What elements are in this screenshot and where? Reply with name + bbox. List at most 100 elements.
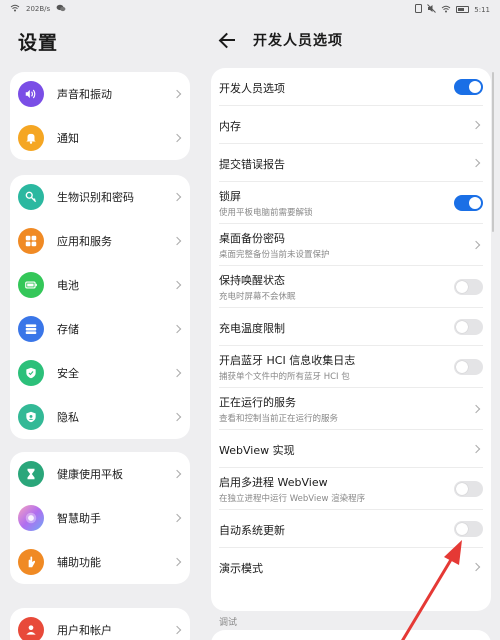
battery-icon (18, 272, 44, 298)
option-label: 启用多进程 WebView (219, 476, 328, 489)
developer-options-card: 开发人员选项 内存提交错误报告锁屏 使用平板电脑前需要解锁 桌面备份密码 桌面完整备份当… (211, 68, 491, 611)
developer-option-row[interactable]: 保持唤醒状态充电时屏幕不会休眠 (211, 266, 491, 308)
assistant-orb-icon (18, 505, 44, 531)
toggle-knob (456, 361, 468, 373)
developer-option-row[interactable]: 开发人员选项 (211, 68, 491, 106)
settings-item[interactable]: 电池 (10, 263, 190, 307)
developer-option-row[interactable]: 提交错误报告 (211, 144, 491, 182)
developer-option-row[interactable]: 正在运行的服务 查看和控制当前正在运行的服务 (211, 388, 491, 430)
settings-item[interactable]: 安全 (10, 351, 190, 395)
mute-icon (427, 4, 437, 15)
developer-options-panel: 开发人员选项 开发人员选项 内存 提交错误报告 锁屏 使用平板电脑前需要解锁 桌面备份密码… (205, 18, 500, 640)
chevron-right-icon (172, 89, 182, 99)
chevron-right-icon (172, 192, 182, 202)
developer-option-row[interactable]: 启用多进程 WebView 在独立进程中运行 WebView 渲染程序 (211, 468, 491, 510)
chevron-right-icon (172, 625, 182, 635)
toggle-knob (456, 281, 468, 293)
settings-item-label: 安全 (57, 367, 79, 380)
storage-icon (18, 316, 44, 342)
bell-icon (18, 125, 44, 151)
settings-item[interactable]: 健康使用平板 (10, 452, 190, 496)
back-arrow-icon[interactable] (219, 32, 237, 48)
option-label: 保持唤醒状态 (219, 274, 285, 287)
chevron-right-icon (172, 469, 182, 479)
toggle-switch[interactable] (454, 195, 483, 211)
key-icon (18, 184, 44, 210)
network-speed: 202B/s (26, 5, 51, 13)
toggle-switch[interactable] (454, 79, 483, 95)
option-label: 开启蓝牙 HCI 信息收集日志 (219, 354, 356, 367)
developer-option-row[interactable]: 锁屏 使用平板电脑前需要解锁 (211, 182, 491, 224)
user-icon (18, 617, 44, 640)
settings-item-label: 存储 (57, 323, 79, 336)
settings-panel: 设置 声音和振动 通知 生物识别和密码 应用和服务 电池 存储 安全 隐私 健康使用平板 智慧助手… (0, 18, 200, 640)
settings-item[interactable]: 存储 (10, 307, 190, 351)
chevron-right-icon (172, 236, 182, 246)
settings-item[interactable]: 辅助功能 (10, 540, 190, 584)
toggle-switch[interactable] (454, 481, 483, 497)
settings-item-label: 声音和振动 (57, 88, 112, 101)
settings-group-3: 健康使用平板 智慧助手 辅助功能 (10, 452, 190, 584)
hourglass-icon (18, 461, 44, 487)
settings-group-4: 用户和帐户 (10, 608, 190, 640)
option-label: 内存 (219, 120, 241, 133)
chevron-right-icon (471, 404, 481, 414)
toggle-knob (456, 523, 468, 535)
wifi-icon (10, 4, 20, 14)
settings-group-2: 生物识别和密码 应用和服务电池存储安全隐私 (10, 175, 190, 439)
battery-status-icon (456, 6, 470, 13)
option-label: 正在运行的服务 (219, 396, 296, 409)
option-label: 提交错误报告 (219, 158, 285, 171)
hand-icon (18, 549, 44, 575)
toggle-switch[interactable] (454, 359, 483, 375)
developer-option-row[interactable]: WebView 实现 (211, 430, 491, 468)
toggle-switch[interactable] (454, 279, 483, 295)
option-description: 充电时屏幕不会休眠 (219, 292, 296, 302)
chevron-right-icon (172, 557, 182, 567)
settings-item[interactable]: 生物识别和密码 (10, 175, 190, 219)
settings-item-label: 隐私 (57, 411, 79, 424)
option-label: 自动系统更新 (219, 524, 285, 537)
status-bar: 202B/s 5:11 (0, 0, 500, 18)
page-title: 开发人员选项 (253, 33, 343, 49)
settings-item[interactable]: 声音和振动 (10, 72, 190, 116)
chevron-right-icon (172, 513, 182, 523)
settings-item[interactable]: 用户和帐户 (10, 608, 190, 640)
toggle-knob (469, 197, 481, 209)
settings-item-label: 电池 (57, 279, 79, 292)
option-label: WebView 实现 (219, 444, 295, 457)
toggle-switch[interactable] (454, 521, 483, 537)
clock: 5:11 (474, 5, 490, 14)
settings-item[interactable]: 隐私 (10, 395, 190, 439)
option-description: 在独立进程中运行 WebView 渲染程序 (219, 494, 366, 504)
developer-option-row[interactable]: 自动系统更新 (211, 510, 491, 548)
privacy-icon (18, 404, 44, 430)
settings-item-label: 生物识别和密码 (57, 191, 134, 204)
toggle-switch[interactable] (454, 319, 483, 335)
toggle-knob (456, 483, 468, 495)
developer-option-row[interactable]: 充电温度限制 (211, 308, 491, 346)
settings-item[interactable]: 通知 (10, 116, 190, 160)
settings-item[interactable]: 智慧助手 (10, 496, 190, 540)
option-label: 开发人员选项 (219, 82, 285, 95)
developer-option-row[interactable]: 演示模式 (211, 548, 491, 586)
settings-item-label: 用户和帐户 (57, 624, 112, 637)
settings-item[interactable]: 应用和服务 (10, 219, 190, 263)
apps-grid-icon (18, 228, 44, 254)
option-description: 桌面完整备份当前未设置保护 (219, 250, 330, 260)
developer-option-row[interactable]: 内存 (211, 106, 491, 144)
developer-option-row[interactable]: 开启蓝牙 HCI 信息收集日志 捕获单个文件中的所有蓝牙 HCI 包 (211, 346, 491, 388)
settings-group-1: 声音和振动通知 (10, 72, 190, 160)
chat-icon (56, 4, 66, 14)
chevron-right-icon (172, 280, 182, 290)
chevron-right-icon (471, 240, 481, 250)
option-description: 捕获单个文件中的所有蓝牙 HCI 包 (219, 372, 350, 382)
toggle-knob (456, 321, 468, 333)
scrollbar[interactable] (492, 72, 494, 232)
option-description: 使用平板电脑前需要解锁 (219, 208, 313, 218)
settings-item-label: 应用和服务 (57, 235, 112, 248)
chevron-right-icon (172, 368, 182, 378)
option-label: 充电温度限制 (219, 322, 285, 335)
speaker-icon (18, 81, 44, 107)
developer-option-row[interactable]: 桌面备份密码 桌面完整备份当前未设置保护 (211, 224, 491, 266)
